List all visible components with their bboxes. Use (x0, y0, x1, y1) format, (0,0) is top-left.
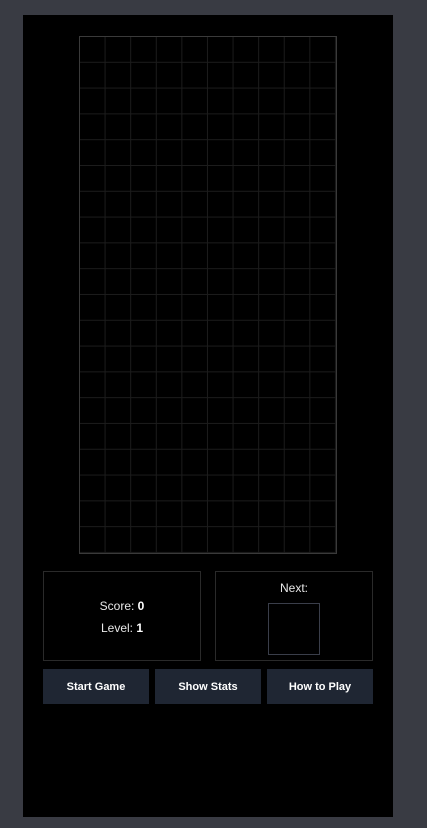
game-panel: Score: 0 Level: 1 Next: Start Game Show … (23, 15, 393, 817)
show-stats-button[interactable]: Show Stats (155, 669, 261, 704)
level-label: Level: (100, 621, 133, 635)
score-display: Score: 0 (44, 599, 200, 613)
level-value: 1 (136, 621, 144, 635)
next-piece-preview (268, 603, 320, 655)
score-panel: Score: 0 Level: 1 (43, 571, 201, 661)
score-value: 0 (137, 599, 145, 613)
next-label: Next: (279, 581, 308, 595)
score-label: Score: (99, 599, 135, 613)
game-board[interactable] (79, 36, 337, 554)
next-piece-panel: Next: (215, 571, 373, 661)
how-to-play-button[interactable]: How to Play (267, 669, 373, 704)
start-game-button[interactable]: Start Game (43, 669, 149, 704)
level-display: Level: 1 (44, 621, 200, 635)
